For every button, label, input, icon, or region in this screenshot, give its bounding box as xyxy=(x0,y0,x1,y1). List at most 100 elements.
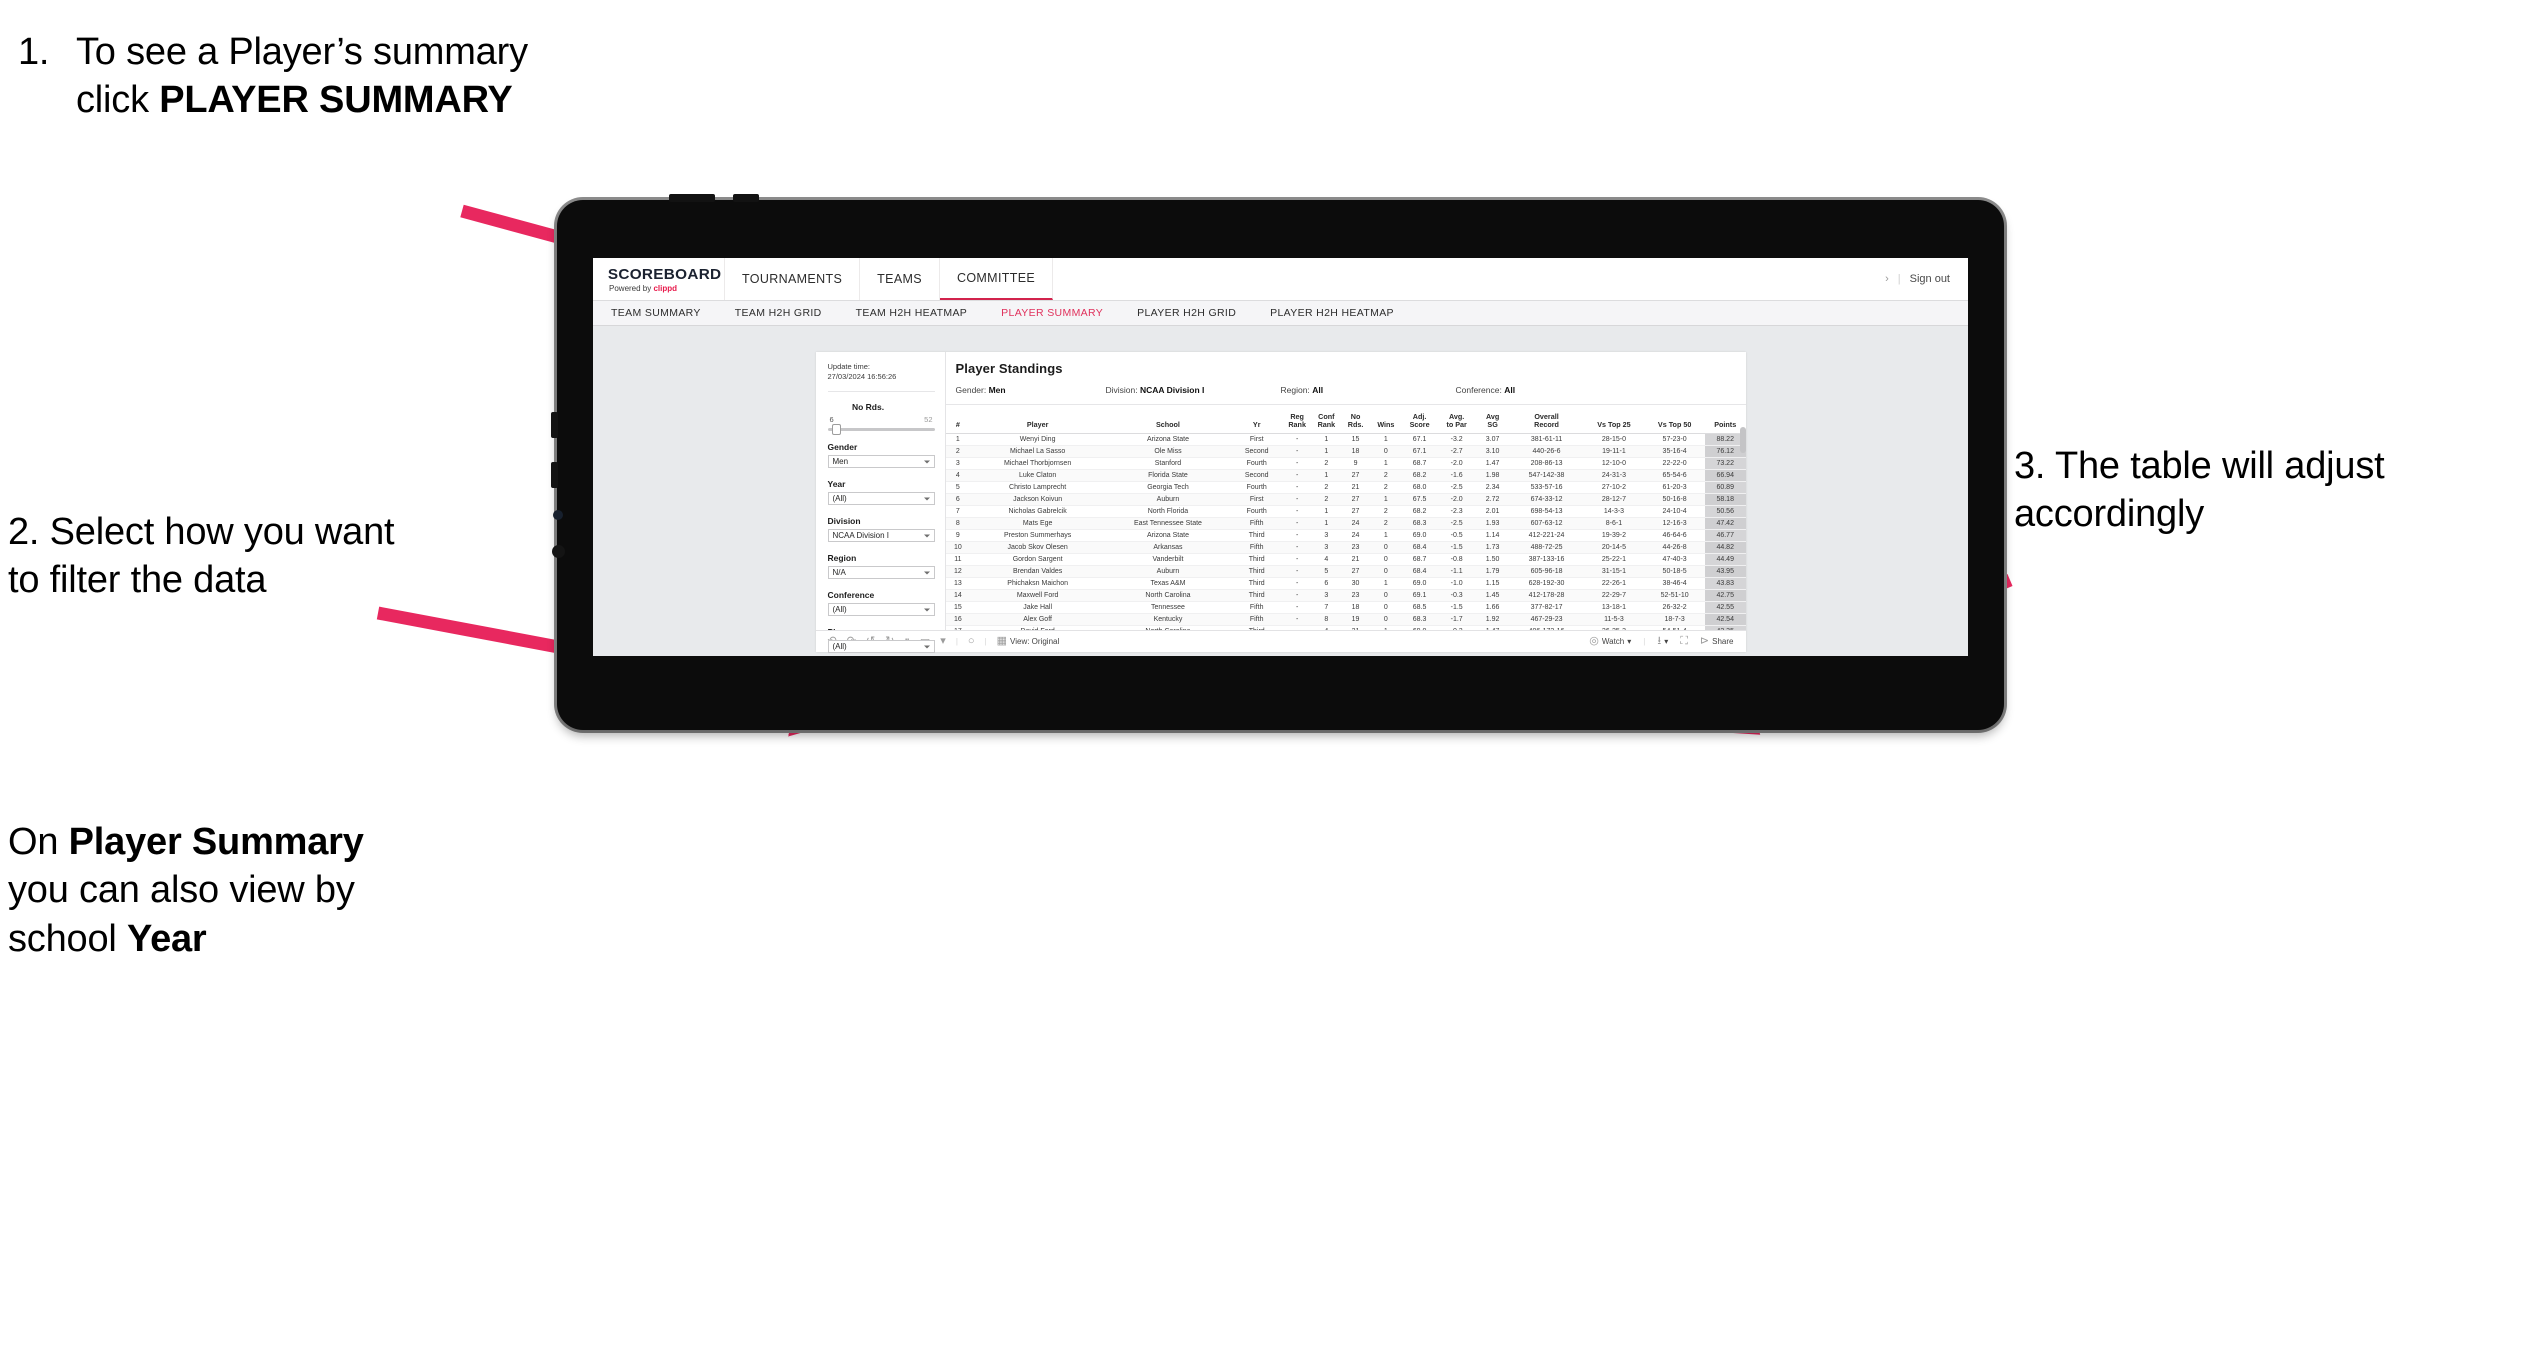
table-scrollbar[interactable] xyxy=(1739,427,1746,453)
table-cell: 68.3 xyxy=(1401,517,1438,530)
top-nav-item-tournaments[interactable]: TOURNAMENTS xyxy=(725,258,861,300)
table-column-header[interactable]: School xyxy=(1105,405,1231,434)
table-cell: Tennessee xyxy=(1105,601,1231,614)
table-cell: 381-61-11 xyxy=(1509,433,1584,446)
table-cell: 3 xyxy=(1311,529,1341,542)
table-cell: 19 xyxy=(1340,613,1371,626)
sub-nav-label: TEAM SUMMARY xyxy=(611,307,701,319)
table-row[interactable]: 13 Phichaksn Maichon Texas A&M Third -6 30 1 69… xyxy=(945,577,1746,590)
table-cell: 67.5 xyxy=(1401,493,1438,506)
region-select[interactable]: N/A xyxy=(827,566,935,580)
top-nav-item-teams[interactable]: TEAMS xyxy=(860,258,940,300)
table-row[interactable]: 9 Preston Summerhays Arizona State Third -3 2… xyxy=(945,529,1746,542)
table-row[interactable]: 17David FordNorth CarolinaThird-421169.0… xyxy=(945,625,1746,630)
table-row[interactable]: 8 Mats Ege East Tennessee State Fifth -1 24 2 6… xyxy=(945,517,1746,530)
table-cell: Auburn xyxy=(1105,565,1231,578)
standings-meta: Gender: Men Division: NCAA Division I Re… xyxy=(945,376,1746,405)
meta-division-value: NCAA Division I xyxy=(1140,385,1205,395)
table-cell: Second xyxy=(1230,469,1283,482)
top-nav-item-committee[interactable]: COMMITTEE xyxy=(939,258,1054,300)
view-original-button[interactable]: ▦ View: Original xyxy=(997,636,1060,647)
table-row[interactable]: 1 Wenyi Ding Arizona State First -1 15 1 67.1 -3… xyxy=(945,433,1746,446)
table-row[interactable]: 2 Michael La Sasso Ole Miss Second -1 18 0 67.1… xyxy=(945,445,1746,458)
sub-nav-item-player-h2h-grid[interactable]: PLAYER H2H GRID xyxy=(1120,307,1253,319)
table-row[interactable]: 10 Jacob Skov Olesen Arkansas Fifth -3 23 0 68.… xyxy=(945,541,1746,554)
table-row[interactable]: 7 Nicholas Gabrelcik North Florida Fourth -1… xyxy=(945,505,1746,518)
sub-nav-item-team-h2h-grid[interactable]: TEAM H2H GRID xyxy=(718,307,839,319)
table-column-header[interactable]: Adj. Score xyxy=(1401,405,1438,434)
table-row[interactable]: 3 Michael Thorbjornsen Stanford Fourth -2 9 1 6… xyxy=(945,457,1746,470)
table-cell: 488-72-25 xyxy=(1509,541,1584,554)
table-cell: 68.2 xyxy=(1401,469,1438,482)
table-cell: 1 xyxy=(1370,457,1402,470)
table-row[interactable]: 16 Alex Goff Kentucky Fifth -8 19 0 68.3 -1.7 1.9… xyxy=(945,613,1746,626)
conference-select[interactable]: (All) xyxy=(827,603,935,617)
sub-nav-item-team-summary[interactable]: TEAM SUMMARY xyxy=(607,307,718,319)
table-cell: -1.6 xyxy=(1437,469,1476,482)
sign-out-link[interactable]: Sign out xyxy=(1910,273,1950,285)
table-cell: 0 xyxy=(1370,553,1402,566)
table-column-header[interactable]: Avg SG xyxy=(1475,405,1510,434)
table-cell: Gordon Sargent xyxy=(970,553,1106,566)
tablet-camera-icon xyxy=(553,510,563,520)
table-cell: 68.4 xyxy=(1401,565,1438,578)
table-column-header[interactable]: Vs Top 25 xyxy=(1583,405,1645,434)
table-column-header[interactable]: Conf Rank xyxy=(1311,405,1341,434)
table-cell: Jacob Skov Olesen xyxy=(970,541,1106,554)
table-column-header[interactable]: Vs Top 50 xyxy=(1644,405,1705,434)
table-row[interactable]: 5 Christo Lamprecht Georgia Tech Fourth -2 21… xyxy=(945,481,1746,494)
table-cell: 68.7 xyxy=(1401,553,1438,566)
chevron-down-icon xyxy=(923,571,930,575)
alerts-caret-icon[interactable]: ▾ xyxy=(940,636,946,647)
year-select-value: (All) xyxy=(832,494,847,504)
app-logo[interactable]: SCOREBOARD Powered by clippd xyxy=(593,258,725,300)
table-column-header[interactable]: Avg. to Par xyxy=(1437,405,1476,434)
table-cell: 2 xyxy=(1370,469,1402,482)
table-row[interactable]: 11 Gordon Sargent Vanderbilt Third -4 21 0 68.7… xyxy=(945,553,1746,566)
table-cell: Auburn xyxy=(1105,493,1231,506)
gender-select[interactable]: Men xyxy=(827,455,935,469)
table-row[interactable]: 12 Brendan Valdes Auburn Third -5 27 0 68.4 -1.1… xyxy=(945,565,1746,578)
table-cell: 15 xyxy=(1340,433,1371,446)
chevron-right-icon[interactable]: › xyxy=(1885,273,1889,285)
player-select[interactable]: (All) xyxy=(827,640,935,654)
table-cell: - xyxy=(1282,589,1312,602)
table-cell: - xyxy=(1282,517,1312,530)
download-caret-icon: ▾ xyxy=(1664,637,1669,646)
table-cell: -1.5 xyxy=(1437,541,1476,554)
annotation-step-2: 2. Select how you want to filter the dat… xyxy=(8,508,408,605)
fullscreen-button[interactable]: ⛶ xyxy=(1680,636,1688,647)
table-row[interactable]: 15 Jake Hall Tennessee Fifth -7 18 0 68.5 -1.5 1.… xyxy=(945,601,1746,614)
tablet-side-button-1 xyxy=(551,412,558,438)
year-select[interactable]: (All) xyxy=(827,492,935,506)
sub-nav-item-team-h2h-heatmap[interactable]: TEAM H2H HEATMAP xyxy=(839,307,985,319)
filter-year: Year (All) xyxy=(827,479,935,506)
table-row[interactable]: 4 Luke Claton Florida State Second -1 27 2 68.2… xyxy=(945,469,1746,482)
table-column-header[interactable]: Player xyxy=(970,405,1106,434)
watch-button[interactable]: ◎ Watch ▾ xyxy=(1589,636,1631,647)
table-column-header[interactable]: # xyxy=(945,405,971,434)
no-rounds-slider[interactable] xyxy=(827,424,935,436)
table-row[interactable]: 14 Maxwell Ford North Carolina Third -3 23 0 69… xyxy=(945,589,1746,602)
table-column-header[interactable]: Yr xyxy=(1230,405,1283,434)
fullscreen-icon: ⛶ xyxy=(1680,635,1688,647)
table-cell: Mats Ege xyxy=(970,517,1106,530)
table-cell: - xyxy=(1282,625,1312,630)
table-column-header[interactable]: Overall Record xyxy=(1509,405,1584,434)
download-button[interactable]: ⭳ ▾ xyxy=(1657,636,1668,647)
sub-nav-item-player-summary[interactable]: PLAYER SUMMARY xyxy=(984,307,1120,319)
slide-canvas: 1. To see a Player’s summary click PLAYE… xyxy=(0,0,2526,1359)
table-column-header[interactable]: Wins xyxy=(1370,405,1402,434)
clock-icon[interactable]: ○ xyxy=(968,636,975,647)
table-cell: 24-10-4 xyxy=(1644,505,1705,518)
standings-panel: Player Standings Gender: Men Division: N… xyxy=(945,352,1746,630)
sub-nav-item-player-h2h-heatmap[interactable]: PLAYER H2H HEATMAP xyxy=(1253,307,1411,319)
table-row[interactable]: 6 Jackson Koivun Auburn First -2 27 1 67.5 -2.0 2… xyxy=(945,493,1746,506)
table-column-header[interactable]: Reg Rank xyxy=(1282,405,1312,434)
tablet-volume-button xyxy=(669,194,715,202)
share-button[interactable]: ⊳ Share xyxy=(1700,636,1734,647)
table-column-header[interactable]: No Rds. xyxy=(1340,405,1371,434)
division-select[interactable]: NCAA Division I xyxy=(827,529,935,543)
slider-handle[interactable] xyxy=(831,424,841,436)
table-cell: 6 xyxy=(1311,577,1341,590)
